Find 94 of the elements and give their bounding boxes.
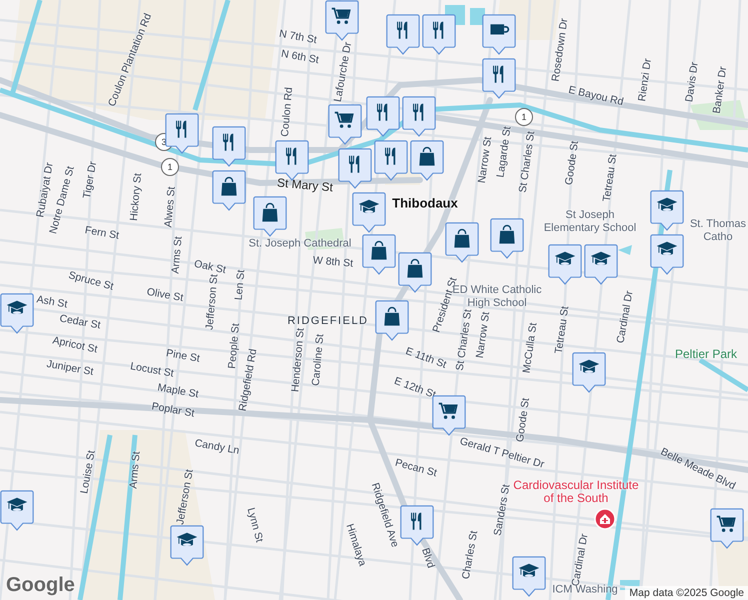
street-label: St Charles St: [454, 308, 474, 372]
shopping-cart-pin-icon[interactable]: [710, 508, 744, 549]
graduation-cap-pin-icon[interactable]: [352, 192, 386, 233]
street-label: Goode St: [562, 140, 582, 186]
street-label: Lafourche Dr: [332, 41, 354, 103]
fork-knife-pin-icon[interactable]: [386, 14, 420, 55]
shopping-bag-pin-icon[interactable]: [445, 222, 479, 263]
street-label: N 7th St: [278, 28, 318, 46]
graduation-cap-pin-icon[interactable]: [584, 244, 618, 285]
place-label: St. Thomas Catho: [689, 218, 747, 244]
street-label: Henderson St: [289, 328, 307, 392]
street-label: Jefferson St: [174, 468, 196, 526]
street-label: McCulla St: [520, 322, 540, 374]
graduation-cap-pin-icon[interactable]: [170, 525, 204, 566]
street-label: Arms St: [127, 450, 143, 490]
street-label: Poplar St: [150, 400, 196, 420]
hospital-icon[interactable]: [594, 508, 616, 530]
graduation-cap-pin-icon[interactable]: [0, 293, 34, 334]
street-label: Olive St: [146, 286, 184, 304]
street-label: Goode St: [514, 397, 532, 443]
graduation-cap-pin-icon[interactable]: [572, 352, 606, 393]
street-label: Tetreau St: [600, 153, 620, 203]
street-label: Banker Dr: [710, 66, 730, 114]
shopping-cart-pin-icon[interactable]: [325, 0, 359, 41]
street-label: Alwes St: [162, 186, 178, 228]
route-shield: 1: [515, 108, 533, 126]
place-label: St. Joseph Cathedral: [248, 238, 352, 250]
shopping-bag-pin-icon[interactable]: [410, 140, 444, 181]
street-label: St Mary St: [276, 176, 334, 194]
shopping-bag-pin-icon[interactable]: [490, 218, 524, 259]
street-label: Pecan St: [394, 456, 438, 480]
street-label: Jefferson St: [204, 274, 220, 330]
street-label: People St: [226, 322, 242, 370]
mug-pin-icon[interactable]: [482, 14, 516, 55]
fork-knife-pin-icon[interactable]: [366, 96, 400, 137]
street-label: Arms St: [169, 236, 185, 274]
street-label: Blvd: [419, 546, 437, 570]
street-label: Rosedown Dr: [550, 18, 570, 82]
street-label: Rienzi Dr: [636, 58, 654, 102]
fork-knife-pin-icon[interactable]: [482, 58, 516, 99]
place-label: Thibodaux: [392, 196, 458, 210]
street-label: Charles St: [460, 530, 480, 580]
street-label: E Bayou Rd: [567, 84, 625, 108]
street-label: Ash St: [36, 293, 68, 311]
shopping-bag-pin-icon[interactable]: [212, 170, 246, 211]
place-label: RIDGEFIELD: [288, 315, 368, 327]
street-label: Maple St: [156, 382, 200, 400]
shopping-bag-pin-icon[interactable]: [253, 196, 287, 237]
route-shield: 1: [161, 158, 179, 176]
street-label: Candy Ln: [194, 437, 240, 457]
street-label: Louise St: [78, 449, 98, 495]
graduation-cap-pin-icon[interactable]: [0, 490, 34, 531]
street-label: Caroline St: [310, 334, 326, 386]
street-label: Hickory St: [128, 172, 144, 222]
street-label: Len St: [232, 269, 248, 301]
street-label: Coulon Rd: [278, 86, 296, 138]
fork-knife-pin-icon[interactable]: [402, 96, 436, 137]
street-label: Lagarde St: [494, 126, 514, 178]
shopping-cart-pin-icon[interactable]: [328, 104, 362, 145]
fork-knife-pin-icon[interactable]: [165, 113, 199, 154]
map-attribution: Map data ©2025 Google: [625, 586, 748, 600]
place-label: Peltier Park: [674, 347, 738, 361]
street-label: Juniper St: [46, 358, 94, 378]
street-label: W 8th St: [312, 254, 354, 270]
shopping-bag-pin-icon[interactable]: [375, 300, 409, 341]
street-label: St Charles St: [516, 130, 538, 194]
street-label: Cedar St: [58, 312, 102, 332]
place-label: St Joseph Elementary School: [542, 209, 638, 235]
street-label: Tiger Dr: [80, 160, 100, 200]
graduation-cap-pin-icon[interactable]: [650, 190, 684, 231]
shopping-bag-pin-icon[interactable]: [362, 234, 396, 275]
street-label: Apricot St: [51, 334, 99, 356]
street-label: Fern St: [84, 224, 120, 242]
street-label: Tetreau St: [552, 305, 572, 355]
street-label: Davis Dr: [683, 61, 701, 103]
street-label: Narrow St: [474, 311, 492, 359]
street-label: Spruce St: [67, 269, 115, 293]
fork-knife-pin-icon[interactable]: [374, 140, 408, 181]
graduation-cap-pin-icon[interactable]: [650, 234, 684, 275]
fork-knife-pin-icon[interactable]: [422, 14, 456, 55]
street-label: N 6th St: [280, 48, 320, 66]
street-label: Lynn St: [244, 506, 266, 544]
fork-knife-pin-icon[interactable]: [338, 148, 372, 189]
graduation-cap-pin-icon[interactable]: [512, 556, 546, 597]
street-label: Narrow St: [476, 136, 494, 184]
graduation-cap-pin-icon[interactable]: [548, 244, 582, 285]
street-label: Sanders St: [492, 483, 512, 537]
street-label: Cardinal Dr: [614, 290, 636, 344]
street-label: E 11th St: [404, 345, 448, 371]
fork-knife-pin-icon[interactable]: [212, 126, 246, 167]
shopping-bag-pin-icon[interactable]: [398, 252, 432, 293]
google-logo: Google: [6, 574, 75, 597]
shopping-cart-pin-icon[interactable]: [432, 395, 466, 436]
fork-knife-pin-icon[interactable]: [400, 505, 434, 546]
